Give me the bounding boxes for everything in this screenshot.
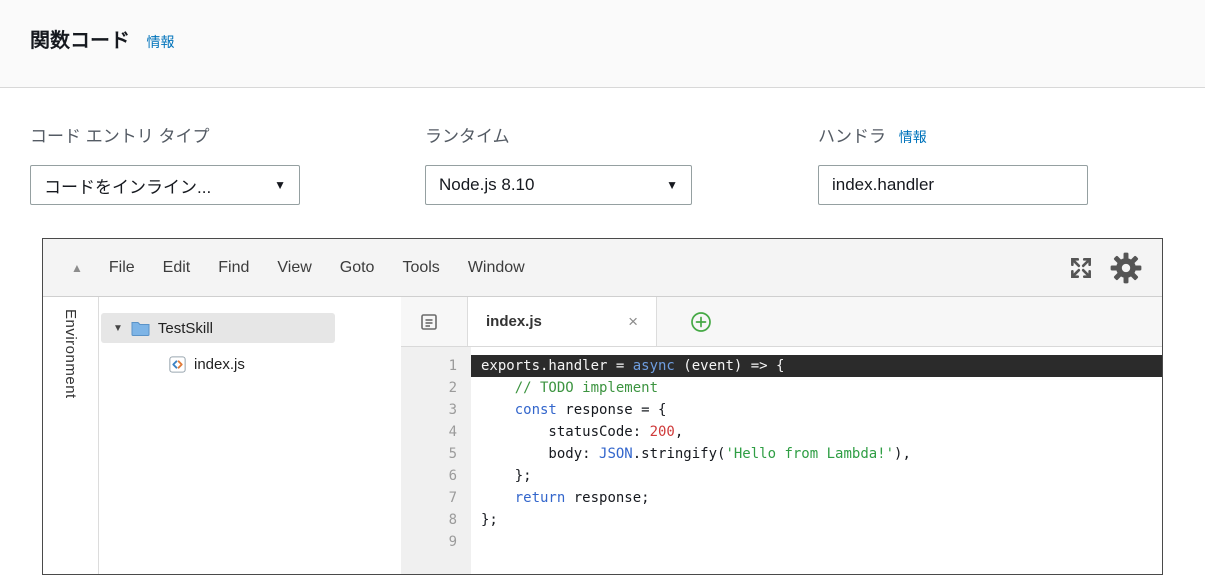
code-area: 1 2 3 4 5 6 7 8 9 exports.handler = async (event… xyxy=(401,347,1162,574)
code-lines[interactable]: exports.handler = async (event) => { // … xyxy=(471,347,1162,574)
chevron-down-icon: ▼ xyxy=(274,178,286,192)
code-line-3[interactable]: const response = { xyxy=(471,399,1162,421)
code-entry-type-label-text: コード エントリ タイプ xyxy=(30,127,210,146)
function-code-panel: 関数コード 情報 コード エントリ タイプ コードをインライン... ▼ ランタ… xyxy=(0,0,1205,575)
tab-bar: index.js × xyxy=(401,297,1162,347)
collapse-editor-button[interactable]: ▲ xyxy=(71,261,83,275)
menubar-right xyxy=(1068,252,1142,284)
line-number: 6 xyxy=(448,468,457,484)
menu-item-window[interactable]: Window xyxy=(468,259,525,277)
page-title: 関数コード xyxy=(30,30,130,52)
tab-list-icon[interactable] xyxy=(419,312,439,332)
line-number: 1 xyxy=(448,358,457,374)
js-file-icon xyxy=(169,355,186,373)
code-entry-type-value: コードをインライン... xyxy=(44,177,212,197)
chevron-down-icon: ▼ xyxy=(666,178,678,192)
runtime-value: Node.js 8.10 xyxy=(439,175,535,194)
line-number: 3 xyxy=(448,402,457,418)
code-line-5[interactable]: body: JSON.stringify('Hello from Lambda!… xyxy=(471,443,1162,465)
handler-input[interactable] xyxy=(818,165,1088,205)
line-number: 7 xyxy=(448,490,457,506)
line-number: 2 xyxy=(448,380,457,396)
line-number: 9 xyxy=(448,534,457,550)
runtime-label-text: ランタイム xyxy=(425,127,510,146)
runtime-field: ランタイム Node.js 8.10 ▼ xyxy=(425,122,692,205)
environment-label: Environment xyxy=(62,309,79,399)
menu-item-tools[interactable]: Tools xyxy=(402,259,439,277)
code-entry-type-label: コード エントリ タイプ xyxy=(30,122,300,165)
handler-field: ハンドラ 情報 xyxy=(818,122,1088,205)
line-number: 4 xyxy=(448,424,457,440)
code-line-8[interactable]: }; xyxy=(471,509,1162,531)
code-line-9[interactable] xyxy=(471,531,1162,553)
handler-label: ハンドラ 情報 xyxy=(818,122,1088,165)
menu-items: File Edit Find View Goto Tools Window xyxy=(109,259,525,277)
code-editor: ▲ File Edit Find View Goto Tools Window xyxy=(42,238,1163,575)
menu-item-find[interactable]: Find xyxy=(218,259,249,277)
code-line-2[interactable]: // TODO implement xyxy=(471,377,1162,399)
runtime-label: ランタイム xyxy=(425,122,692,165)
tree-folder-testskill[interactable]: ▼ TestSkill xyxy=(101,313,335,343)
menu-item-view[interactable]: View xyxy=(277,259,311,277)
file-name: index.js xyxy=(194,355,245,373)
file-tree: ▼ TestSkill index.js xyxy=(99,297,401,574)
handler-info-link[interactable]: 情報 xyxy=(899,129,927,145)
folder-name: TestSkill xyxy=(157,319,213,337)
close-tab-icon[interactable]: × xyxy=(628,312,638,332)
folder-icon xyxy=(131,320,150,336)
line-number-gutter: 1 2 3 4 5 6 7 8 9 xyxy=(401,347,471,574)
new-tab-button[interactable] xyxy=(689,310,713,334)
menu-item-goto[interactable]: Goto xyxy=(340,259,375,277)
code-line-4[interactable]: statusCode: 200, xyxy=(471,421,1162,443)
code-line-1[interactable]: exports.handler = async (event) => { xyxy=(471,355,1162,377)
folder-expanded-icon[interactable]: ▼ xyxy=(113,323,123,334)
code-entry-type-field: コード エントリ タイプ コードをインライン... ▼ xyxy=(30,122,300,205)
editor-menubar: ▲ File Edit Find View Goto Tools Window xyxy=(43,239,1162,297)
runtime-select[interactable]: Node.js 8.10 ▼ xyxy=(425,165,692,205)
line-number: 5 xyxy=(448,446,457,462)
tree-file-indexjs[interactable]: index.js xyxy=(99,349,401,379)
menu-item-file[interactable]: File xyxy=(109,259,135,277)
header-info-link[interactable]: 情報 xyxy=(146,34,174,50)
environment-sidebar-tab[interactable]: Environment xyxy=(43,297,99,574)
tab-label: index.js xyxy=(486,313,542,330)
panel-header: 関数コード 情報 xyxy=(0,0,1205,88)
line-number: 8 xyxy=(448,512,457,528)
gear-icon[interactable] xyxy=(1110,252,1142,284)
editor-column: index.js × 1 2 3 4 5 6 7 8 9 exports.handler = a… xyxy=(401,297,1162,574)
code-line-6[interactable]: }; xyxy=(471,465,1162,487)
handler-label-text: ハンドラ xyxy=(818,127,886,146)
fullscreen-icon[interactable] xyxy=(1068,255,1094,281)
menu-item-edit[interactable]: Edit xyxy=(163,259,191,277)
code-entry-type-select[interactable]: コードをインライン... ▼ xyxy=(30,165,300,205)
code-line-7[interactable]: return response; xyxy=(471,487,1162,509)
editor-body: Environment ▼ TestSkill index.js index.j… xyxy=(43,297,1162,574)
tab-indexjs[interactable]: index.js × xyxy=(467,297,657,346)
